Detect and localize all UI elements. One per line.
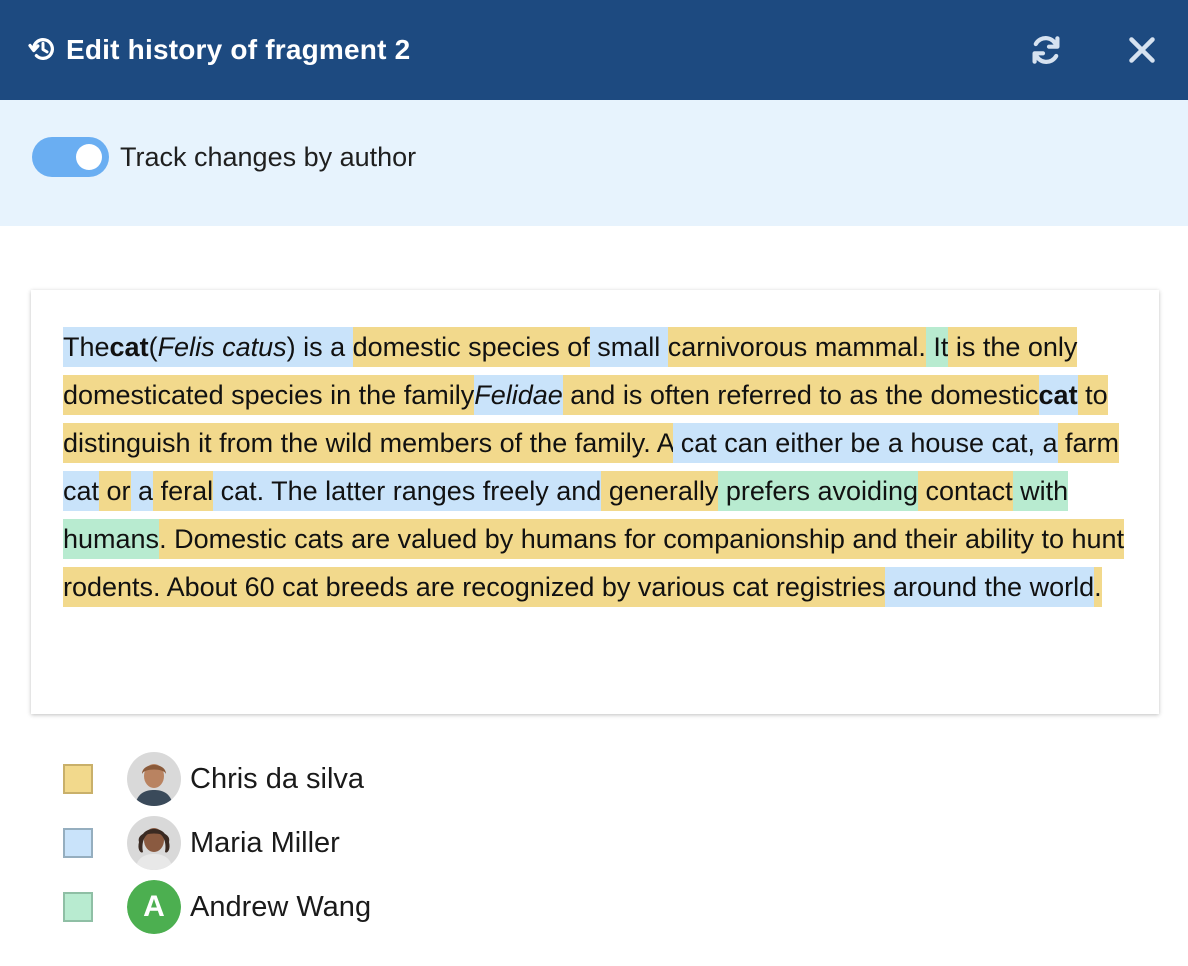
change-segment-chris: domestic species of — [352, 327, 590, 367]
fragment-card: Thecat(Felis catus) is a domestic specie… — [31, 290, 1159, 714]
change-segment-maria: The — [63, 327, 110, 367]
change-segment-maria: cat can either be a house cat, a — [673, 423, 1058, 463]
change-segment-chris: generally — [601, 471, 719, 511]
author-name: Maria Miller — [190, 827, 340, 859]
change-segment-maria: cat — [1038, 375, 1078, 415]
close-icon[interactable] — [1124, 32, 1160, 68]
avatar-photo — [127, 816, 181, 870]
change-segment-maria: a — [130, 471, 154, 511]
author-color-swatch — [63, 828, 93, 858]
fragment-text: Thecat(Felis catus) is a domestic specie… — [63, 323, 1143, 611]
author-name: Andrew Wang — [190, 891, 372, 923]
change-segment-maria: cat — [63, 471, 100, 511]
avatar: A — [127, 880, 181, 934]
change-segment-andrew: prefers avoiding — [718, 471, 919, 511]
options-bar: Track changes by author — [0, 100, 1188, 226]
change-segment-chris: carnivorous mammal. — [667, 327, 926, 367]
change-segment-chris: or — [99, 471, 131, 511]
author-name: Chris da silva — [190, 763, 365, 795]
change-segment-maria: ) is a — [286, 327, 353, 367]
change-segment-andrew: It — [925, 327, 949, 367]
change-segment-maria: Felis catus — [157, 327, 287, 367]
avatar-photo — [127, 752, 181, 806]
change-segment-maria: cat — [109, 327, 149, 367]
avatar-initial: A — [127, 880, 181, 934]
track-changes-toggle[interactable] — [32, 137, 109, 177]
change-segment-maria: cat. The latter ranges freely and — [213, 471, 602, 511]
toggle-knob — [76, 144, 102, 170]
dialog-header: Edit history of fragment 2 — [0, 0, 1188, 100]
change-segment-chris: farm — [1057, 423, 1120, 463]
change-segment-chris: . — [1094, 567, 1102, 607]
change-segment-maria: Felidae — [474, 375, 563, 415]
avatar — [127, 752, 181, 806]
change-segment-maria: small — [589, 327, 668, 367]
change-segment-maria: ( — [148, 327, 158, 367]
dialog-title: Edit history of fragment 2 — [66, 34, 411, 65]
refresh-icon[interactable] — [1028, 32, 1064, 68]
author-color-swatch — [63, 892, 93, 922]
change-segment-chris: A — [650, 423, 674, 463]
avatar — [127, 816, 181, 870]
history-icon — [28, 38, 54, 60]
change-segment-chris: contact — [918, 471, 1013, 511]
change-segment-maria: around the world — [885, 567, 1095, 607]
author-color-swatch — [63, 764, 93, 794]
track-changes-label: Track changes by author — [120, 142, 417, 172]
change-segment-chris: feral — [153, 471, 214, 511]
change-segment-chris: and is often referred to as the domestic — [562, 375, 1039, 415]
